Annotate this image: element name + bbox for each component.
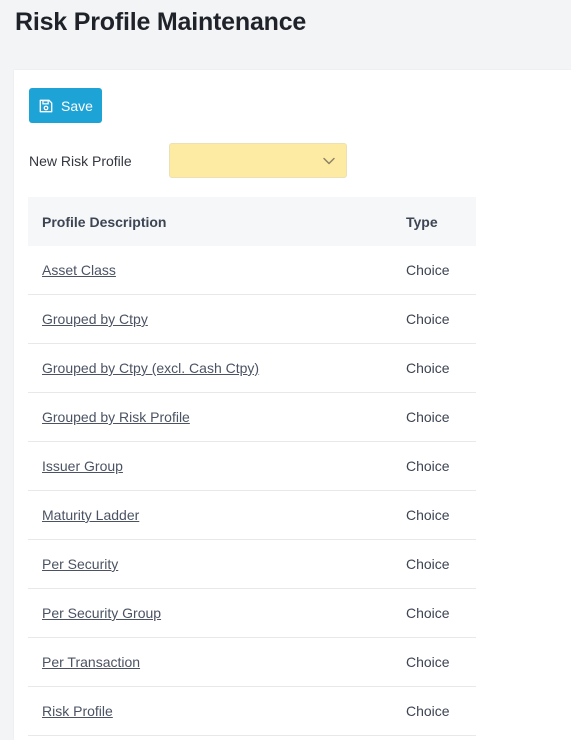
type-cell: Choice [406, 262, 450, 278]
type-cell: Choice [406, 507, 450, 523]
table-row: Grouped by Ctpy Choice [28, 295, 476, 344]
type-cell: Choice [406, 458, 450, 474]
new-risk-profile-label: New Risk Profile [29, 153, 132, 169]
description-cell: Issuer Group [28, 458, 406, 474]
description-cell: Maturity Ladder [28, 507, 406, 523]
column-header-type[interactable]: Type [406, 214, 476, 230]
type-cell: Choice [406, 360, 450, 376]
description-cell: Risk Profile [28, 703, 406, 719]
description-cell: Per Security Group [28, 605, 406, 621]
description-cell: Asset Class [28, 262, 406, 278]
type-cell: Choice [406, 703, 450, 719]
type-cell: Choice [406, 605, 450, 621]
risk-profile-table: Profile Description Type Asset Class Choi… [28, 197, 476, 736]
description-cell: Grouped by Risk Profile [28, 409, 406, 425]
description-cell: Grouped by Ctpy (excl. Cash Ctpy) [28, 360, 406, 376]
description-cell: Per Transaction [28, 654, 406, 670]
chevron-down-icon [323, 157, 335, 165]
profile-link[interactable]: Per Transaction [42, 654, 140, 670]
table-row: Grouped by Risk Profile Choice [28, 393, 476, 442]
description-cell: Per Security [28, 556, 406, 572]
floppy-disk-icon [39, 99, 53, 112]
table-row: Per Security Group Choice [28, 589, 476, 638]
profile-link[interactable]: Per Security Group [42, 605, 161, 621]
type-cell: Choice [406, 556, 450, 572]
save-button[interactable]: Save [29, 88, 102, 123]
profile-link[interactable]: Maturity Ladder [42, 507, 139, 523]
table-row: Risk Profile Choice [28, 687, 476, 736]
table-row: Grouped by Ctpy (excl. Cash Ctpy) Choice [28, 344, 476, 393]
profile-link[interactable]: Risk Profile [42, 703, 113, 719]
table-row: Asset Class Choice [28, 246, 476, 295]
table-body: Asset Class Choice Grouped by Ctpy Choice Gr… [28, 246, 476, 736]
table-row: Per Transaction Choice [28, 638, 476, 687]
profile-link[interactable]: Grouped by Ctpy (excl. Cash Ctpy) [42, 360, 259, 376]
type-cell: Choice [406, 409, 450, 425]
profile-link[interactable]: Issuer Group [42, 458, 123, 474]
profile-link[interactable]: Grouped by Ctpy [42, 311, 148, 327]
profile-link[interactable]: Per Security [42, 556, 118, 572]
content-panel: Save New Risk Profile Profile Descriptio… [14, 70, 571, 740]
table-header: Profile Description Type [28, 197, 476, 246]
table-row: Maturity Ladder Choice [28, 491, 476, 540]
page-title: Risk Profile Maintenance [15, 8, 307, 36]
column-header-description[interactable]: Profile Description [28, 214, 406, 230]
type-cell: Choice [406, 654, 450, 670]
save-button-label: Save [61, 97, 93, 114]
table-row: Per Security Choice [28, 540, 476, 589]
table-row: Issuer Group Choice [28, 442, 476, 491]
profile-link[interactable]: Grouped by Risk Profile [42, 409, 190, 425]
profile-link[interactable]: Asset Class [42, 262, 116, 278]
new-risk-profile-select[interactable] [169, 143, 347, 178]
description-cell: Grouped by Ctpy [28, 311, 406, 327]
type-cell: Choice [406, 311, 450, 327]
